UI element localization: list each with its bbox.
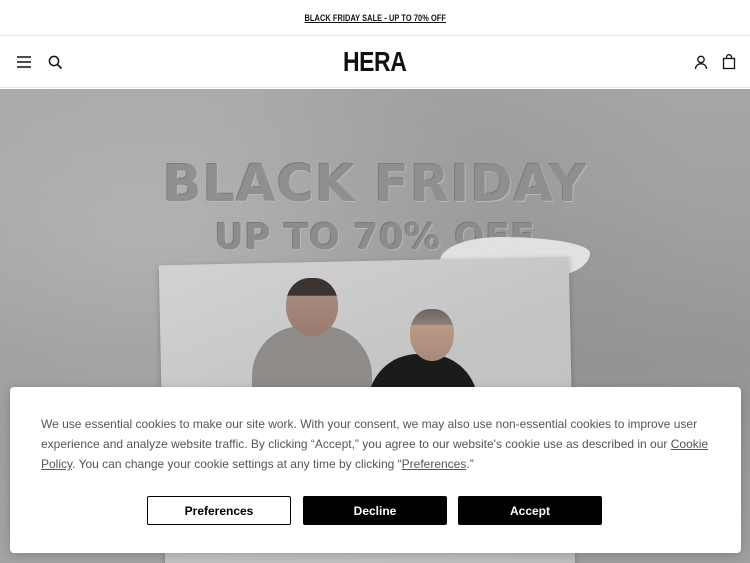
cookie-text-1: We use essential cookies to make our sit… [41, 417, 698, 451]
cookie-text-3: .” [466, 457, 474, 471]
cookie-message: We use essential cookies to make our sit… [41, 414, 713, 474]
logo-text: HERA [343, 46, 407, 77]
preferences-link[interactable]: Preferences [402, 457, 467, 471]
cookie-banner: We use essential cookies to make our sit… [10, 387, 741, 553]
bag-icon[interactable] [719, 52, 739, 72]
decline-button[interactable]: Decline [303, 496, 447, 525]
announcement-bar: BLACK FRIDAY SALE - UP TO 70% OFF [0, 0, 750, 36]
announcement-link[interactable]: BLACK FRIDAY SALE - UP TO 70% OFF [304, 13, 445, 23]
hero-title: BLACK FRIDAY [162, 155, 588, 214]
hero-subtitle: UP TO 70% OFF [214, 217, 536, 258]
preferences-button[interactable]: Preferences [147, 496, 291, 525]
model-image [286, 278, 338, 336]
accept-button[interactable]: Accept [458, 496, 602, 525]
model-image [410, 309, 454, 361]
site-header: HERA [0, 36, 750, 88]
cookie-text-2: . You can change your cookie settings at… [72, 457, 402, 471]
logo[interactable]: HERA [0, 46, 750, 78]
account-icon[interactable] [691, 52, 711, 72]
